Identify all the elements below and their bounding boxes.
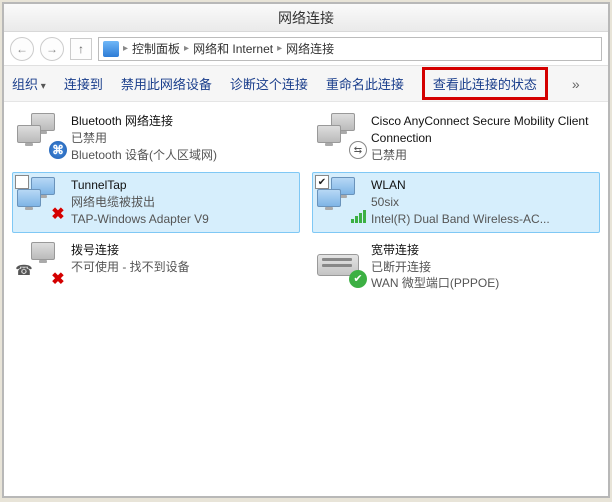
connection-status: 已禁用 bbox=[371, 147, 595, 164]
network-adapter-icon: ✖ bbox=[17, 242, 65, 286]
vpn-icon: ⇆ bbox=[349, 141, 367, 159]
connection-status: 已断开连接 bbox=[371, 259, 499, 276]
breadcrumb-part[interactable]: 网络连接 bbox=[286, 40, 334, 57]
modem-icon: ✔ bbox=[317, 242, 365, 286]
chevron-right-icon: ▸ bbox=[184, 43, 189, 54]
connection-item-broadband[interactable]: ✔ 宽带连接 已断开连接 WAN 微型端口(PPPOE) bbox=[312, 237, 600, 297]
connections-list: ⌘ Bluetooth 网络连接 已禁用 Bluetooth 设备(个人区域网)… bbox=[4, 102, 608, 303]
connection-info: Cisco AnyConnect Secure Mobility Client … bbox=[371, 113, 595, 163]
connection-status: 50six bbox=[371, 194, 550, 211]
window-title: 网络连接 bbox=[4, 4, 608, 32]
connection-name: 宽带连接 bbox=[371, 242, 499, 259]
connection-status: 已禁用 bbox=[71, 130, 217, 147]
connection-device: Bluetooth 设备(个人区域网) bbox=[71, 147, 217, 164]
up-button[interactable]: ↑ bbox=[70, 38, 92, 60]
view-status-button[interactable]: 查看此连接的状态 bbox=[433, 77, 537, 92]
network-adapter-icon: ⌘ bbox=[17, 113, 65, 157]
connection-status: 网络电缆被拔出 bbox=[71, 194, 209, 211]
back-button[interactable]: ← bbox=[10, 37, 34, 61]
forward-button[interactable]: → bbox=[40, 37, 64, 61]
connection-item-wlan[interactable]: ✔ WLAN 50six Intel(R) Dual Band Wireless… bbox=[312, 172, 600, 232]
connection-info: TunnelTap 网络电缆被拔出 TAP-Windows Adapter V9 bbox=[71, 177, 209, 227]
disable-device-button[interactable]: 禁用此网络设备 bbox=[121, 74, 212, 93]
connection-item-cisco[interactable]: ⇆ Cisco AnyConnect Secure Mobility Clien… bbox=[312, 108, 600, 168]
rename-button[interactable]: 重命名此连接 bbox=[326, 74, 404, 93]
connection-device: Intel(R) Dual Band Wireless-AC... bbox=[371, 211, 550, 228]
chevron-right-icon: ▸ bbox=[123, 43, 128, 54]
network-adapter-icon: ⇆ bbox=[317, 113, 365, 157]
error-x-icon: ✖ bbox=[49, 270, 67, 288]
wifi-signal-icon bbox=[349, 205, 367, 223]
error-x-icon: ✖ bbox=[49, 205, 67, 223]
breadcrumb-part[interactable]: 控制面板 bbox=[132, 40, 180, 57]
breadcrumb-part[interactable]: 网络和 Internet bbox=[193, 40, 273, 57]
highlight-annotation: 查看此连接的状态 bbox=[422, 67, 548, 100]
connection-item-dialup[interactable]: ✖ 拨号连接 不可使用 - 找不到设备 bbox=[12, 237, 300, 297]
connection-name: Bluetooth 网络连接 bbox=[71, 113, 217, 130]
command-toolbar: 组织 连接到 禁用此网络设备 诊断这个连接 重命名此连接 查看此连接的状态 » bbox=[4, 66, 608, 102]
breadcrumb[interactable]: ▸ 控制面板 ▸ 网络和 Internet ▸ 网络连接 bbox=[98, 37, 602, 61]
connection-info: Bluetooth 网络连接 已禁用 Bluetooth 设备(个人区域网) bbox=[71, 113, 217, 163]
check-icon: ✔ bbox=[349, 270, 367, 288]
connection-info: 宽带连接 已断开连接 WAN 微型端口(PPPOE) bbox=[371, 242, 499, 292]
connection-item-tunneltap[interactable]: ✖ TunnelTap 网络电缆被拔出 TAP-Windows Adapter … bbox=[12, 172, 300, 232]
organize-menu[interactable]: 组织 bbox=[12, 74, 46, 93]
connection-name: Cisco AnyConnect Secure Mobility Client … bbox=[371, 113, 595, 147]
connection-name: TunnelTap bbox=[71, 177, 209, 194]
connection-device: WAN 微型端口(PPPOE) bbox=[371, 275, 499, 292]
connection-name: WLAN bbox=[371, 177, 550, 194]
connection-device: TAP-Windows Adapter V9 bbox=[71, 211, 209, 228]
network-adapter-icon: ✔ bbox=[317, 177, 365, 221]
phone-icon bbox=[15, 262, 33, 280]
chevron-right-icon: ▸ bbox=[277, 43, 282, 54]
connection-status: 不可使用 - 找不到设备 bbox=[71, 259, 190, 276]
diagnose-button[interactable]: 诊断这个连接 bbox=[230, 74, 308, 93]
network-adapter-icon: ✖ bbox=[17, 177, 65, 221]
connection-info: WLAN 50six Intel(R) Dual Band Wireless-A… bbox=[371, 177, 550, 227]
connection-name: 拨号连接 bbox=[71, 242, 190, 259]
connection-info: 拨号连接 不可使用 - 找不到设备 bbox=[71, 242, 190, 276]
bluetooth-icon: ⌘ bbox=[49, 141, 67, 159]
overflow-chevron-icon[interactable]: » bbox=[572, 76, 580, 92]
connection-item-bluetooth[interactable]: ⌘ Bluetooth 网络连接 已禁用 Bluetooth 设备(个人区域网) bbox=[12, 108, 300, 168]
connect-to-button[interactable]: 连接到 bbox=[64, 74, 103, 93]
network-connections-window: 网络连接 ← → ↑ ▸ 控制面板 ▸ 网络和 Internet ▸ 网络连接 … bbox=[2, 2, 610, 498]
control-panel-icon bbox=[103, 41, 119, 57]
nav-bar: ← → ↑ ▸ 控制面板 ▸ 网络和 Internet ▸ 网络连接 bbox=[4, 32, 608, 66]
